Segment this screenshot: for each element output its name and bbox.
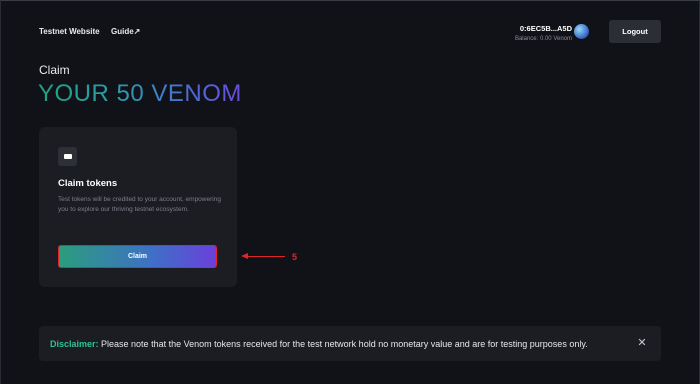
- claim-button[interactable]: Claim: [58, 245, 217, 268]
- close-icon[interactable]: ✕: [636, 337, 648, 349]
- wallet-address: 0:6EC5B...A5D: [519, 24, 572, 33]
- annotation-number: 5: [292, 252, 298, 262]
- page-title: Claim: [39, 63, 70, 77]
- disclaimer-banner: Disclaimer: Please note that the Venom t…: [39, 326, 661, 361]
- card-description: Test tokens will be credited to your acc…: [58, 196, 221, 213]
- nav-guide-label: Guide: [111, 27, 134, 36]
- wallet-icon-glyph: [63, 154, 72, 159]
- wallet-info[interactable]: 0:6EC5B...A5D Balance: 0.00 Venom: [515, 24, 572, 42]
- avatar[interactable]: [574, 24, 589, 39]
- claim-card: Claim tokens Test tokens will be credite…: [39, 127, 237, 287]
- external-link-icon: ↗: [133, 27, 141, 36]
- hero-title: YOUR 50 VENOM: [38, 80, 242, 107]
- nav-guide-link[interactable]: Guide↗: [111, 27, 140, 36]
- card-title: Claim tokens: [58, 178, 118, 189]
- disclaimer-body: Please note that the Venom tokens receiv…: [98, 339, 588, 349]
- wallet-balance: Balance: 0.00 Venom: [514, 36, 572, 42]
- wallet-icon: [58, 147, 77, 166]
- disclaimer-text: Disclaimer: Please note that the Venom t…: [50, 339, 588, 349]
- annotation-arrow-line: [247, 256, 285, 258]
- logout-button[interactable]: Logout: [609, 20, 661, 43]
- disclaimer-label: Disclaimer:: [50, 339, 99, 349]
- nav-testnet-website-link[interactable]: Testnet Website: [39, 27, 100, 36]
